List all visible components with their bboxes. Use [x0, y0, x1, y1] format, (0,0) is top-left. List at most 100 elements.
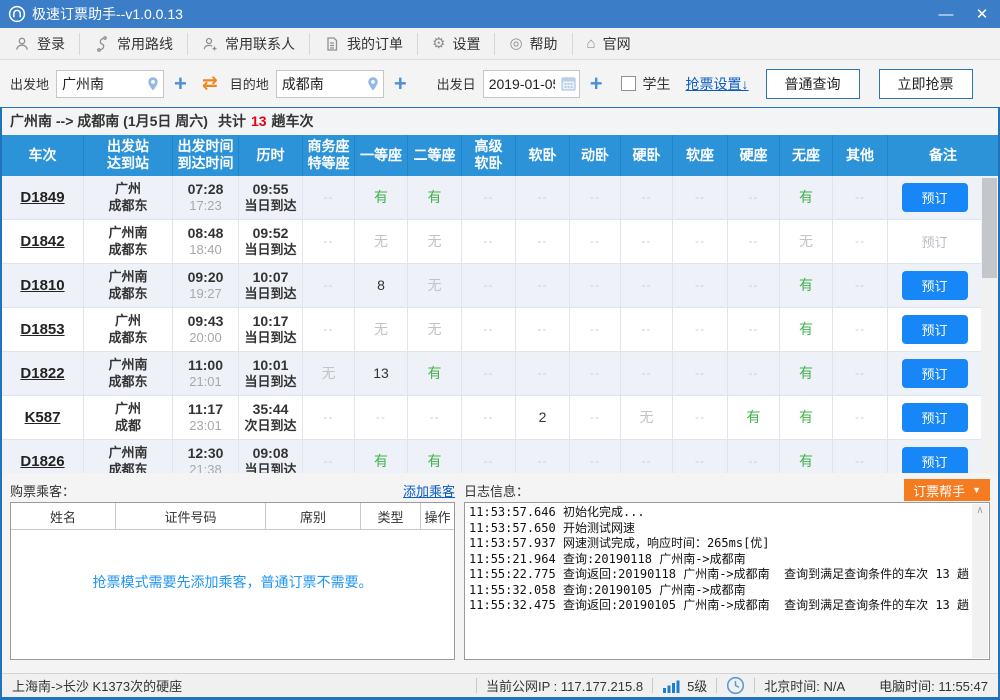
date-input[interactable] [484, 72, 560, 96]
book-button[interactable]: 预订 [902, 403, 968, 432]
from-station: 广州 [115, 400, 141, 417]
swap-stations-icon[interactable]: ⇄ [197, 74, 223, 93]
seat-availability: -- [324, 234, 334, 248]
to-label: 目的地 [230, 74, 269, 93]
seat-availability: 13 [373, 365, 389, 381]
book-button[interactable]: 预订 [902, 271, 968, 300]
status-bar: 上海南->长沙 K1373次的硬座 当前公网IP : 117.177.215.8… [2, 673, 998, 697]
user-icon [14, 36, 30, 52]
student-checkbox[interactable] [621, 76, 636, 91]
train-number-link[interactable]: D1853 [20, 321, 64, 338]
depart-time: 07:28 [188, 181, 224, 198]
toolbar-item-website[interactable]: ⌂官网 [572, 33, 645, 55]
booking-helper-button[interactable]: 订票帮手 ▼ [904, 479, 990, 501]
student-label: 学生 [643, 74, 671, 94]
summary-total-suffix: 趟车次 [272, 111, 314, 131]
toolbar-item-label: 帮助 [530, 34, 558, 54]
add-passenger-link[interactable]: 添加乘客 [403, 481, 455, 500]
close-button[interactable]: ✕ [964, 0, 1000, 28]
book-button[interactable]: 预订 [902, 183, 968, 212]
seat-availability: -- [642, 278, 652, 292]
seat-availability: 有 [428, 451, 442, 471]
seat-availability: -- [590, 366, 600, 380]
train-row: D1849广州成都东07:2817:2309:55当日到达--有有-------… [2, 176, 981, 220]
grab-settings-link[interactable]: 抢票设置↓ [686, 74, 749, 94]
toolbar-item-label: 设置 [452, 34, 480, 54]
seat-availability: -- [855, 366, 865, 380]
grab-ticket-button[interactable]: 立即抢票 [879, 69, 973, 99]
toolbar-item-help[interactable]: ◎帮助 [494, 33, 571, 55]
seat-availability: -- [484, 454, 494, 468]
seat-availability: 无 [322, 363, 336, 383]
arrival-day: 当日到达 [244, 462, 296, 473]
to-input[interactable] [277, 72, 365, 96]
duration: 09:52 [253, 225, 289, 242]
from-station: 广州南 [108, 224, 147, 241]
log-line: 11:53:57.646 初始化完成... [469, 505, 969, 521]
toolbar-item-settings[interactable]: ⚙设置 [417, 33, 494, 55]
train-table-header: 车次出发站达到站出发时间到达时间历时商务座特等座一等座二等座高级软卧软卧动卧硬卧… [2, 135, 998, 176]
add-from-button[interactable]: + [171, 73, 190, 95]
log-line: 11:55:32.058 查询:20190105 广州南->成都南 [469, 583, 969, 599]
passenger-table: 姓名证件号码席别类型操作 抢票模式需要先添加乘客，普通订票不需要。 [10, 502, 455, 660]
toolbar-item-label: 官网 [603, 34, 631, 54]
toolbar-item-login[interactable]: 登录 [0, 33, 79, 55]
add-to-button[interactable]: + [391, 73, 410, 95]
from-input[interactable] [57, 72, 145, 96]
seat-availability: 无 [799, 231, 813, 251]
column-header: 软卧 [515, 135, 569, 176]
arrival-day: 当日到达 [244, 374, 296, 390]
seat-availability: 有 [428, 187, 442, 207]
location-pin-icon [145, 76, 161, 92]
main-panel: 广州南 --> 成都南 (1月5日 周六) 共计 13 趟车次 车次出发站达到站… [0, 107, 1000, 700]
column-header: 商务座特等座 [302, 135, 354, 176]
seat-availability: -- [695, 278, 705, 292]
seat-availability: 有 [374, 451, 388, 471]
train-number-link[interactable]: D1842 [20, 233, 64, 250]
scroll-up-icon[interactable]: ∧ [972, 504, 988, 518]
seat-availability: -- [642, 190, 652, 204]
seat-availability: -- [642, 366, 652, 380]
book-button[interactable]: 预订 [902, 359, 968, 388]
train-number-link[interactable]: D1822 [20, 365, 64, 382]
to-station: 成都 [115, 417, 141, 434]
result-summary: 广州南 --> 成都南 (1月5日 周六) 共计 13 趟车次 [2, 108, 998, 135]
arrive-time: 18:40 [189, 242, 222, 258]
normal-query-button[interactable]: 普通查询 [766, 69, 860, 99]
clock-icon[interactable] [726, 676, 745, 695]
book-button[interactable]: 预订 [902, 315, 968, 344]
log-panel-title: 日志信息： [464, 481, 529, 500]
column-header: 软座 [672, 135, 727, 176]
train-number-link[interactable]: D1826 [20, 453, 64, 470]
toolbar-item-contacts[interactable]: 常用联系人 [187, 33, 309, 55]
table-scrollbar[interactable] [981, 176, 998, 473]
arrive-time: 17:23 [189, 198, 222, 214]
seat-availability: 有 [747, 407, 761, 427]
status-divider [716, 678, 717, 693]
table-scrollbar-thumb[interactable] [982, 178, 997, 278]
from-station: 广州 [115, 312, 141, 329]
train-number-link[interactable]: D1810 [20, 277, 64, 294]
arrival-day: 次日到达 [244, 418, 296, 434]
book-button[interactable]: 预订 [902, 447, 968, 473]
add-date-button[interactable]: + [587, 73, 606, 95]
public-ip-text: 当前公网IP : 117.177.215.8 [486, 676, 643, 695]
seat-availability: -- [695, 190, 705, 204]
train-number-link[interactable]: K587 [25, 409, 61, 426]
seat-availability: -- [855, 322, 865, 336]
passenger-column-header: 席别 [266, 503, 361, 529]
log-scrollbar[interactable]: ∧ [972, 504, 988, 658]
train-number-link[interactable]: D1849 [20, 189, 64, 206]
duration: 09:08 [253, 445, 289, 462]
seat-availability: 有 [799, 187, 813, 207]
column-header: 硬卧 [620, 135, 672, 176]
summary-total-prefix: 共计 [218, 111, 246, 131]
to-station: 成都东 [108, 285, 147, 302]
seat-availability: 有 [799, 319, 813, 339]
toolbar-item-orders[interactable]: 我的订单 [309, 33, 417, 55]
document-icon [324, 36, 340, 52]
seat-availability: 有 [799, 451, 813, 471]
toolbar-item-routes[interactable]: 常用路线 [79, 33, 187, 55]
beijing-time-text: 北京时间: N/A [764, 676, 845, 695]
minimize-button[interactable]: — [928, 0, 964, 28]
